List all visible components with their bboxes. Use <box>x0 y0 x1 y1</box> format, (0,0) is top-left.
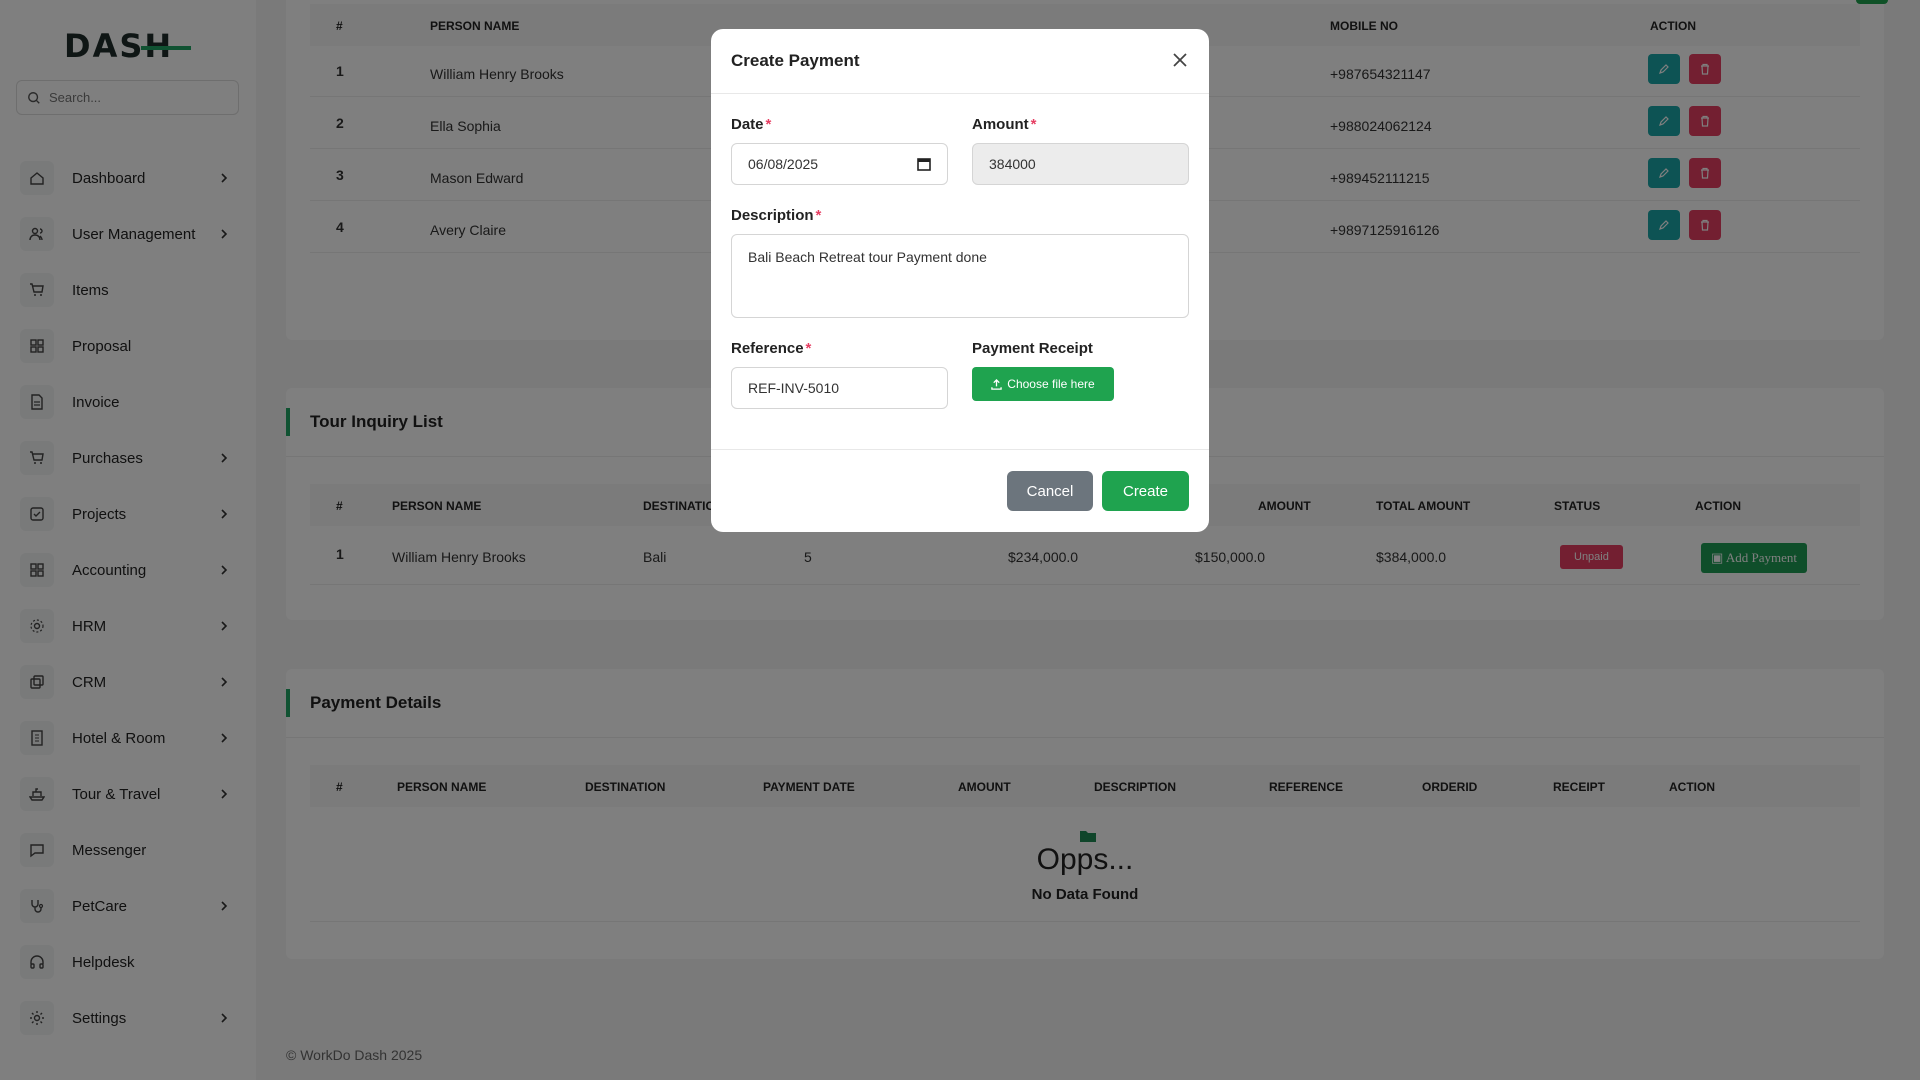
date-value: 06/08/2025 <box>748 156 819 172</box>
description-label-text: Description <box>731 207 814 224</box>
calendar-icon[interactable] <box>917 157 931 171</box>
required-mark: * <box>1030 116 1037 133</box>
close-icon[interactable] <box>1171 51 1189 69</box>
required-mark: * <box>765 116 772 133</box>
required-mark: * <box>805 340 812 357</box>
modal-footer-divider <box>711 449 1209 450</box>
date-label: Date * <box>731 116 771 133</box>
description-textarea[interactable]: Bali Beach Retreat tour Payment done <box>731 234 1189 318</box>
date-label-text: Date <box>731 116 764 133</box>
modal-header-divider <box>711 93 1209 94</box>
amount-input[interactable]: 384000 <box>972 143 1189 185</box>
receipt-label: Payment Receipt <box>972 340 1093 357</box>
reference-label-text: Reference <box>731 340 804 357</box>
create-payment-modal: Create Payment Date * 06/08/2025 Amount * … <box>711 29 1209 532</box>
date-input[interactable]: 06/08/2025 <box>731 143 948 185</box>
upload-icon <box>991 378 1003 390</box>
reference-input[interactable]: REF-INV-5010 <box>731 367 948 409</box>
required-mark: * <box>815 207 822 224</box>
reference-value: REF-INV-5010 <box>748 380 840 396</box>
amount-label-text: Amount <box>972 116 1029 133</box>
choose-file-button[interactable]: Choose file here <box>972 367 1114 401</box>
amount-label: Amount * <box>972 116 1037 133</box>
amount-value: 384000 <box>989 156 1036 172</box>
description-label: Description * <box>731 207 821 224</box>
description-value: Bali Beach Retreat tour Payment done <box>748 249 987 265</box>
cancel-button[interactable]: Cancel <box>1007 471 1093 511</box>
create-button[interactable]: Create <box>1102 471 1189 511</box>
choose-file-label: Choose file here <box>1007 377 1095 391</box>
modal-title: Create Payment <box>731 51 860 70</box>
reference-label: Reference * <box>731 340 811 357</box>
